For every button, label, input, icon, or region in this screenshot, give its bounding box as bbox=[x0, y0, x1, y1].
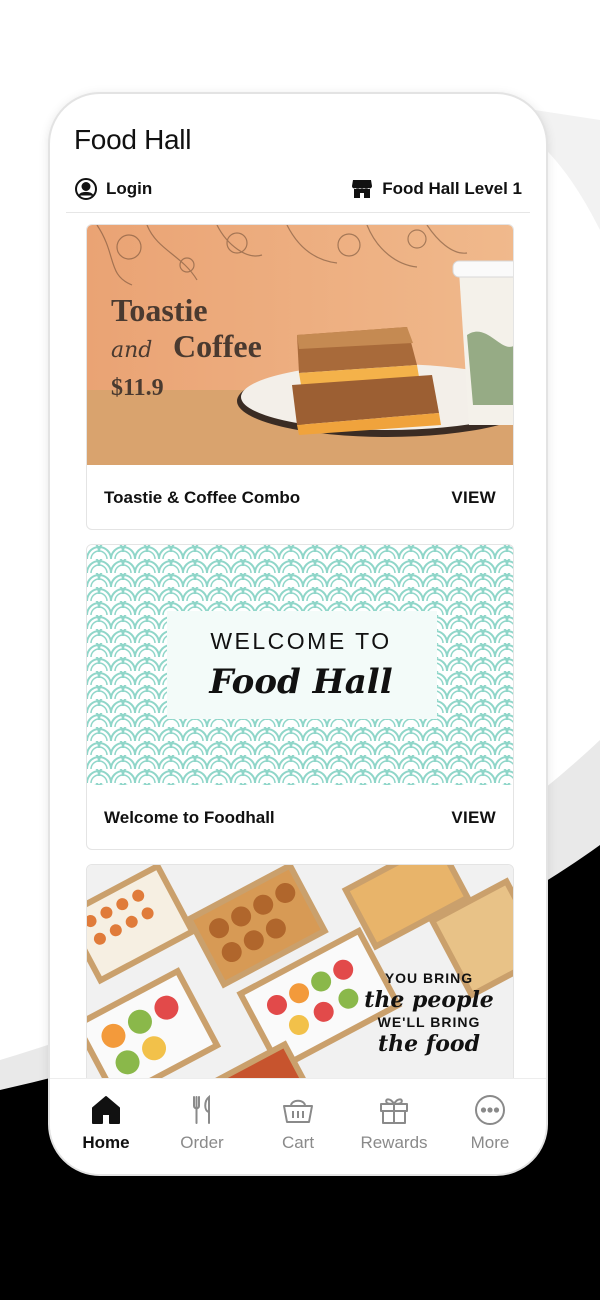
tab-label: Home bbox=[82, 1133, 130, 1152]
app-title: Food Hall bbox=[74, 124, 192, 155]
catering-line-4: the food bbox=[378, 1031, 480, 1057]
toastie-coffee-word: Coffee bbox=[173, 328, 262, 364]
store-icon bbox=[352, 180, 373, 198]
more-icon bbox=[475, 1095, 505, 1125]
welcome-heading: WELCOME TO bbox=[210, 628, 391, 654]
catering-line-2: the people bbox=[364, 987, 494, 1013]
phone-frame: Food Hall Login Food Hall Level 1 Toasti… bbox=[48, 92, 548, 1176]
tab-cart[interactable]: Cart bbox=[253, 1079, 343, 1174]
user-circle-icon bbox=[75, 178, 97, 200]
header-row: Login Food Hall Level 1 bbox=[74, 174, 522, 204]
tab-label: Order bbox=[180, 1133, 224, 1152]
header-divider bbox=[66, 212, 530, 213]
welcome-banner-image: WELCOME TO Food Hall bbox=[87, 545, 513, 785]
tab-home[interactable]: Home bbox=[61, 1079, 151, 1174]
login-button[interactable]: Login bbox=[74, 177, 152, 201]
location-label: Food Hall Level 1 bbox=[382, 179, 522, 198]
catering-line-3: WE'LL BRING bbox=[378, 1014, 481, 1030]
promo-card-footer: Welcome to Foodhall VIEW bbox=[87, 785, 513, 849]
promo-card-title: Welcome to Foodhall bbox=[104, 808, 275, 827]
tab-label: More bbox=[470, 1133, 510, 1152]
bottom-tab-bar: Home Order Cart Rewards More bbox=[50, 1078, 546, 1174]
tab-label: Rewards bbox=[360, 1133, 428, 1152]
catering-banner-image: YOU BRING the people WE'LL BRING the foo… bbox=[87, 865, 513, 1080]
fork-knife-icon bbox=[193, 1094, 210, 1124]
promo-card-title: Toastie & Coffee Combo bbox=[104, 488, 301, 507]
view-button[interactable]: VIEW bbox=[451, 808, 496, 828]
tab-label: Cart bbox=[281, 1133, 315, 1152]
gift-icon bbox=[380, 1098, 408, 1124]
tab-more[interactable]: More bbox=[445, 1079, 535, 1174]
view-button[interactable]: VIEW bbox=[451, 488, 496, 508]
home-icon bbox=[92, 1096, 120, 1124]
promo-card-footer: Toastie & Coffee Combo VIEW bbox=[87, 465, 513, 529]
location-selector[interactable]: Food Hall Level 1 bbox=[350, 177, 522, 201]
toastie-price: $11.9 bbox=[111, 375, 164, 401]
catering-line-1: YOU BRING bbox=[385, 970, 473, 986]
promo-card-welcome[interactable]: WELCOME TO Food Hall Welcome to Foodhall… bbox=[86, 544, 514, 850]
promo-card-catering[interactable]: YOU BRING the people WE'LL BRING the foo… bbox=[86, 864, 514, 1080]
basket-icon bbox=[283, 1099, 313, 1123]
toastie-headline: Toastie bbox=[111, 292, 208, 328]
promo-card-toastie[interactable]: Toastie and Coffee $11.9 Toastie & Coffe… bbox=[86, 224, 514, 530]
tab-rewards[interactable]: Rewards bbox=[349, 1079, 439, 1174]
toastie-banner-image: Toastie and Coffee $11.9 bbox=[87, 225, 513, 465]
promo-feed[interactable]: Toastie and Coffee $11.9 Toastie & Coffe… bbox=[86, 224, 514, 1080]
welcome-script: Food Hall bbox=[208, 662, 392, 702]
toastie-and-word: and bbox=[111, 338, 152, 363]
tab-order[interactable]: Order bbox=[157, 1079, 247, 1174]
login-label: Login bbox=[106, 179, 153, 198]
